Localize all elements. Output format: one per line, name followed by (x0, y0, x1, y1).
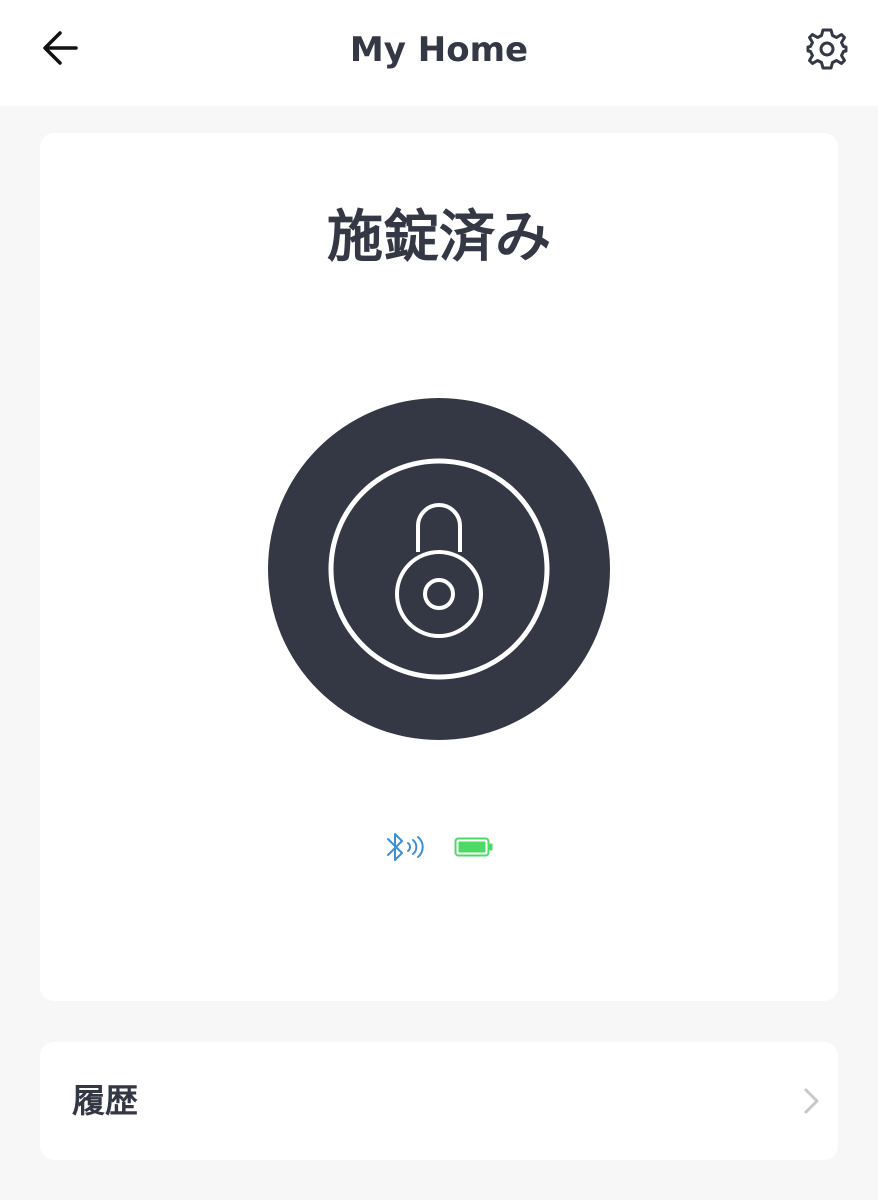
battery-full-icon (454, 837, 493, 857)
lock-status-text: 施錠済み (327, 205, 551, 270)
settings-button[interactable] (800, 24, 854, 74)
page-title: My Home (349, 30, 529, 70)
device-status-icons (0, 826, 878, 868)
history-label: 履歴 (72, 1081, 138, 1120)
lock-toggle-button[interactable] (268, 398, 610, 740)
chevron-right-icon (804, 1088, 819, 1114)
history-row[interactable]: 履歴 (40, 1042, 838, 1160)
bluetooth-icon (387, 833, 424, 861)
gear-icon (806, 28, 848, 70)
